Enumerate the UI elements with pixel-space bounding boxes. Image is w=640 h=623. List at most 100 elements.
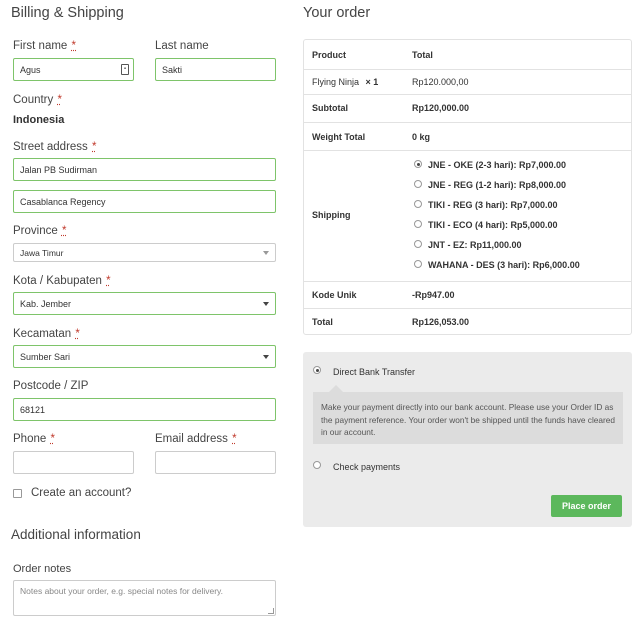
billing-title: Billing & Shipping <box>11 5 124 21</box>
shipping-option-label-4[interactable]: TIKI - ECO (4 hari): Rp5,000.00 <box>428 220 558 230</box>
item-total: Rp120.000,00 <box>412 77 469 87</box>
kode-unik-row: Kode Unik -Rp947.00 <box>304 281 631 308</box>
required-mark: * <box>50 433 55 445</box>
postcode-label: Postcode / ZIP <box>13 380 89 392</box>
street-label-text: Street address <box>13 141 88 153</box>
kota-label: Kota / Kabupaten * <box>13 275 111 287</box>
kecamatan-select[interactable]: Sumber Sari <box>13 345 276 368</box>
chevron-down-icon <box>263 250 269 255</box>
email-label-text: Email address <box>155 433 228 445</box>
street-line1-value: Jalan PB Sudirman <box>20 164 98 175</box>
kota-value: Kab. Jember <box>20 298 72 309</box>
shipping-label: Shipping <box>312 210 351 220</box>
first-name-label: First name * <box>13 40 76 52</box>
required-mark: * <box>71 40 77 52</box>
shipping-row: Shipping JNE - OKE (2-3 hari): Rp7,000.0… <box>304 150 631 281</box>
shipping-option-label-6[interactable]: WAHANA - DES (3 hari): Rp6,000.00 <box>428 260 580 270</box>
shipping-radio-4[interactable] <box>414 220 422 228</box>
check-payments-radio[interactable] <box>313 461 321 469</box>
required-mark: * <box>61 225 67 237</box>
check-payments-label[interactable]: Check payments <box>333 462 400 472</box>
street-line1-field[interactable]: Jalan PB Sudirman <box>13 158 276 181</box>
phone-label-text: Phone <box>13 433 47 445</box>
province-label-text: Province <box>13 225 58 237</box>
shipping-radio-1[interactable] <box>414 160 422 168</box>
bank-transfer-description: Make your payment directly into our bank… <box>313 385 623 444</box>
total-value: Rp126,053.00 <box>412 317 470 327</box>
shipping-radio-2[interactable] <box>414 180 422 188</box>
total-row: Total Rp126,053.00 <box>304 308 631 335</box>
shipping-option-label-5[interactable]: JNT - EZ: Rp11,000.00 <box>428 240 522 250</box>
province-value: Jawa Timur <box>20 247 64 258</box>
payment-methods: Direct Bank Transfer Make your payment d… <box>303 352 632 527</box>
weight-value: 0 kg <box>412 132 431 142</box>
email-label: Email address * <box>155 433 237 445</box>
last-name-value: Sakti <box>162 64 183 75</box>
required-mark: * <box>75 328 80 340</box>
phone-field[interactable] <box>13 451 134 474</box>
table-header-row: Product Total <box>304 40 631 69</box>
kode-unik-label: Kode Unik <box>312 290 357 300</box>
weight-row: Weight Total 0 kg <box>304 122 631 150</box>
subtotal-value: Rp120,000.00 <box>412 103 470 113</box>
country-label: Country * <box>13 94 62 106</box>
first-name-value: Agus <box>20 64 41 75</box>
last-name-field[interactable]: Sakti <box>155 58 276 81</box>
street-line2-value: Casablanca Regency <box>20 196 106 207</box>
contact-card-icon[interactable]: ▪ <box>121 64 129 75</box>
item-qty: × 1 <box>365 77 379 87</box>
kota-label-text: Kota / Kabupaten <box>13 275 102 287</box>
kode-unik-value: -Rp947.00 <box>412 290 455 300</box>
kecamatan-label: Kecamatan * <box>13 328 80 340</box>
col-total: Total <box>412 50 433 60</box>
create-account-checkbox[interactable] <box>13 489 22 498</box>
kecamatan-value: Sumber Sari <box>20 351 71 362</box>
order-table: Product Total Flying Ninja × 1 Rp120.000… <box>303 39 632 335</box>
postcode-value: 68121 <box>20 404 46 415</box>
chevron-down-icon <box>263 301 269 306</box>
subtotal-label: Subtotal <box>312 103 348 113</box>
first-name-label-text: First name <box>13 40 68 52</box>
create-account-label[interactable]: Create an account? <box>31 487 131 499</box>
kecamatan-label-text: Kecamatan <box>13 328 72 340</box>
required-mark: * <box>57 94 62 106</box>
shipping-radio-3[interactable] <box>414 200 422 208</box>
chevron-down-icon <box>263 354 269 359</box>
weight-label: Weight Total <box>312 132 366 142</box>
country-label-text: Country <box>13 94 54 106</box>
shipping-option-label-3[interactable]: TIKI - REG (3 hari): Rp7,000.00 <box>428 200 558 210</box>
postcode-field[interactable]: 68121 <box>13 398 276 421</box>
shipping-option-label-1[interactable]: JNE - OKE (2-3 hari): Rp7,000.00 <box>428 160 566 170</box>
order-title: Your order <box>303 5 371 21</box>
total-label: Total <box>312 317 333 327</box>
item-name: Flying Ninja × 1 <box>312 77 378 87</box>
email-field[interactable] <box>155 451 276 474</box>
province-label: Province * <box>13 225 66 237</box>
shipping-option-label-2[interactable]: JNE - REG (1-2 hari): Rp8,000.00 <box>428 180 566 190</box>
col-product: Product <box>312 50 347 60</box>
required-mark: * <box>92 141 97 153</box>
street-label: Street address * <box>13 141 96 153</box>
province-select[interactable]: Jawa Timur <box>13 243 276 262</box>
order-notes-textarea[interactable]: Notes about your order, e.g. special not… <box>13 580 276 616</box>
last-name-label: Last name <box>155 40 209 52</box>
bank-transfer-label[interactable]: Direct Bank Transfer <box>333 367 415 377</box>
resize-grip-icon[interactable] <box>268 608 274 614</box>
country-value: Indonesia <box>13 114 65 126</box>
required-mark: * <box>106 275 111 287</box>
shipping-radio-6[interactable] <box>414 260 422 268</box>
street-line2-field[interactable]: Casablanca Regency <box>13 190 276 213</box>
phone-label: Phone * <box>13 433 55 445</box>
place-order-button[interactable]: Place order <box>551 495 622 517</box>
subtotal-row: Subtotal Rp120,000.00 <box>304 94 631 122</box>
bank-transfer-radio[interactable] <box>313 366 321 374</box>
order-notes-placeholder: Notes about your order, e.g. special not… <box>20 586 224 596</box>
additional-title: Additional information <box>11 527 141 542</box>
first-name-field[interactable]: Agus ▪ <box>13 58 134 81</box>
kota-select[interactable]: Kab. Jember <box>13 292 276 315</box>
required-mark: * <box>232 433 237 445</box>
item-name-text: Flying Ninja <box>312 77 360 87</box>
order-notes-label: Order notes <box>13 563 72 575</box>
shipping-radio-5[interactable] <box>414 240 422 248</box>
table-row: Flying Ninja × 1 Rp120.000,00 <box>304 69 631 94</box>
